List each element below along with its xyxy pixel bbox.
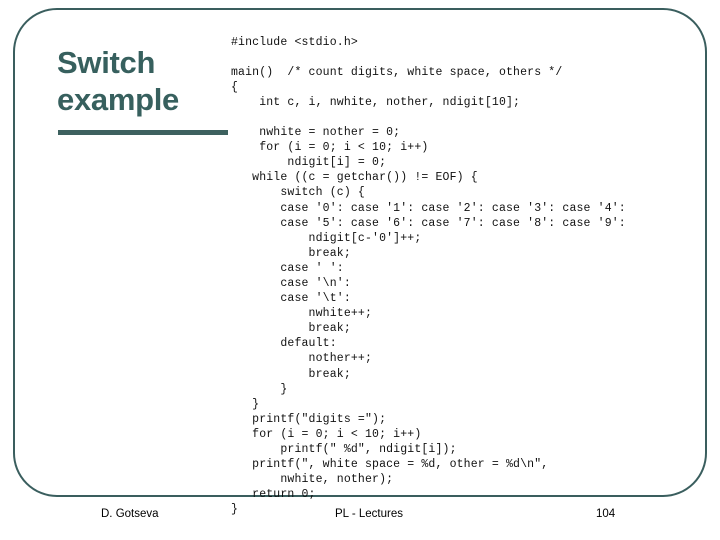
presentation-slide: Switch example #include <stdio.h> main()… — [0, 0, 720, 540]
footer-course: PL - Lectures — [335, 508, 403, 520]
code-listing: #include <stdio.h> main() /* count digit… — [231, 35, 626, 517]
footer-author: D. Gotseva — [101, 508, 159, 520]
slide-footer: D. Gotseva PL - Lectures 104 — [0, 505, 720, 533]
page-title: Switch example — [57, 45, 179, 117]
title-block: Switch example — [57, 44, 233, 118]
title-underline-rule — [58, 130, 228, 135]
footer-page-number: 104 — [596, 508, 616, 520]
